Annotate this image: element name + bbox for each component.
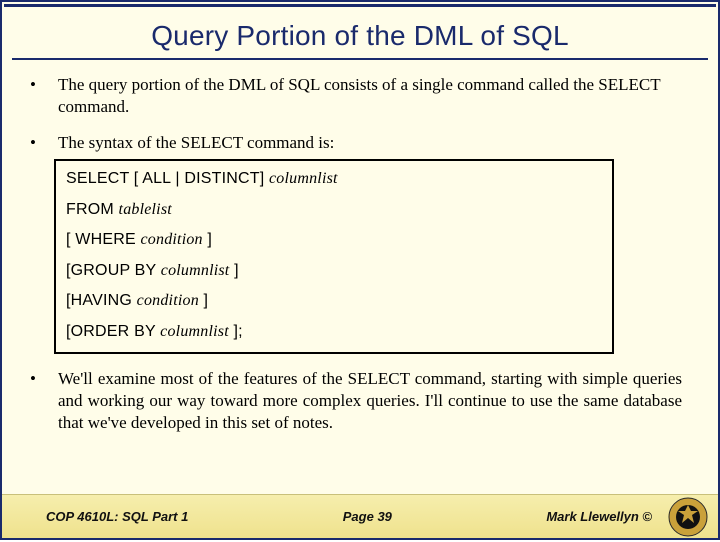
footer-page: Page 39 (343, 509, 392, 524)
syntax-line: FROM tablelist (66, 200, 602, 220)
slide-title: Query Portion of the DML of SQL (2, 20, 718, 52)
syntax-line: [ WHERE condition ] (66, 230, 602, 250)
title-rule (12, 58, 708, 60)
syntax-line: [ORDER BY columnlist ]; (66, 322, 602, 342)
syntax-keyword: [HAVING (66, 292, 137, 309)
syntax-ident: condition (137, 292, 199, 309)
syntax-keyword: FROM (66, 201, 119, 218)
top-rule (4, 4, 716, 7)
bullet-list: The query portion of the DML of SQL cons… (58, 74, 682, 433)
footer-course: COP 4610L: SQL Part 1 (46, 509, 188, 524)
syntax-keyword: [ WHERE (66, 231, 141, 248)
syntax-ident: columnlist (161, 262, 230, 279)
syntax-ident: tablelist (119, 201, 172, 218)
syntax-keyword: ] (203, 231, 212, 248)
slide: Query Portion of the DML of SQL The quer… (0, 0, 720, 540)
syntax-line: [HAVING condition ] (66, 291, 602, 311)
bullet-item: The query portion of the DML of SQL cons… (58, 74, 682, 118)
syntax-keyword: [GROUP BY (66, 262, 161, 279)
bullet-item: The syntax of the SELECT command is: SEL… (58, 132, 682, 355)
ucf-logo-icon (668, 497, 708, 537)
bullet-text: The syntax of the SELECT command is: (58, 133, 334, 152)
syntax-ident: condition (141, 231, 203, 248)
syntax-keyword: [ORDER BY (66, 323, 160, 340)
syntax-keyword: SELECT [ ALL | DISTINCT] (66, 170, 269, 187)
bullet-text: We'll examine most of the features of th… (58, 369, 682, 432)
footer-author: Mark Llewellyn © (546, 509, 652, 524)
syntax-keyword: ]; (229, 323, 243, 340)
syntax-keyword: ] (229, 262, 238, 279)
syntax-line: SELECT [ ALL | DISTINCT] columnlist (66, 169, 602, 189)
footer: COP 4610L: SQL Part 1 Page 39 Mark Llewe… (2, 494, 718, 538)
bullet-item: We'll examine most of the features of th… (58, 368, 682, 433)
bullet-text: The query portion of the DML of SQL cons… (58, 75, 660, 116)
syntax-line: [GROUP BY columnlist ] (66, 261, 602, 281)
syntax-ident: columnlist (160, 323, 229, 340)
syntax-box: SELECT [ ALL | DISTINCT] columnlist FROM… (54, 159, 614, 354)
syntax-keyword: ] (199, 292, 208, 309)
syntax-ident: columnlist (269, 170, 338, 187)
slide-body: The query portion of the DML of SQL cons… (2, 74, 718, 494)
